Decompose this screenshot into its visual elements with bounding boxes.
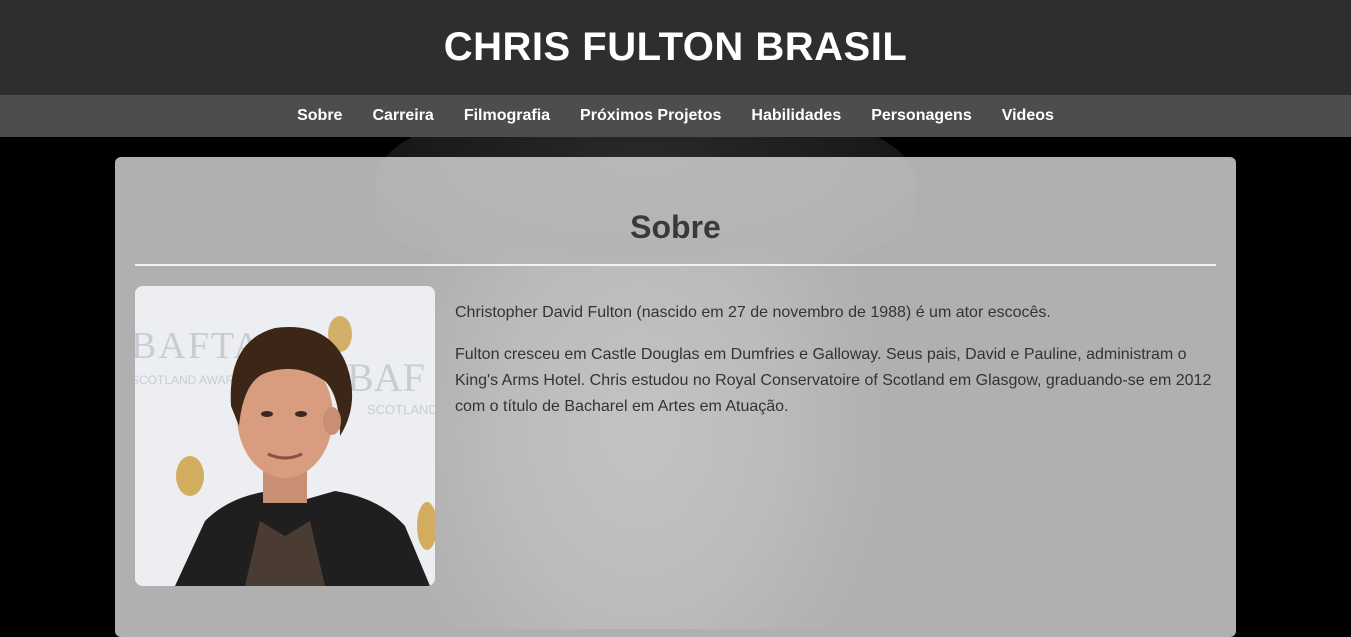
photo-backdrop-text: SCOTLAND [367,402,435,417]
nav-item-filmografia[interactable]: Filmografia [464,107,550,125]
main-nav: Sobre Carreira Filmografia Próximos Proj… [0,95,1351,137]
about-paragraph: Christopher David Fulton (nascido em 27 … [455,304,1051,321]
site-title: CHRIS FULTON BRASIL [443,25,908,69]
nav-item-personagens[interactable]: Personagens [871,107,971,125]
about-section: Sobre BAFTA SCOTLAND AWARDS BAF SCOTLAND… [115,157,1236,637]
section-heading: Sobre [630,209,721,245]
actor-photo: BAFTA SCOTLAND AWARDS BAF SCOTLAND [135,286,435,586]
site-header: CHRIS FULTON BRASIL [0,0,1351,95]
nav-item-carreira[interactable]: Carreira [372,107,433,125]
nav-item-proximos-projetos[interactable]: Próximos Projetos [580,107,721,125]
nav-item-sobre[interactable]: Sobre [297,107,342,125]
about-paragraph: Fulton cresceu em Castle Douglas em Dumf… [455,346,1212,415]
nav-item-habilidades[interactable]: Habilidades [751,107,841,125]
photo-backdrop-text: BAF [347,355,425,400]
about-text: Christopher David Fulton (nascido em 27 … [455,300,1220,436]
section-divider [135,264,1216,266]
nav-item-videos[interactable]: Videos [1002,107,1054,125]
